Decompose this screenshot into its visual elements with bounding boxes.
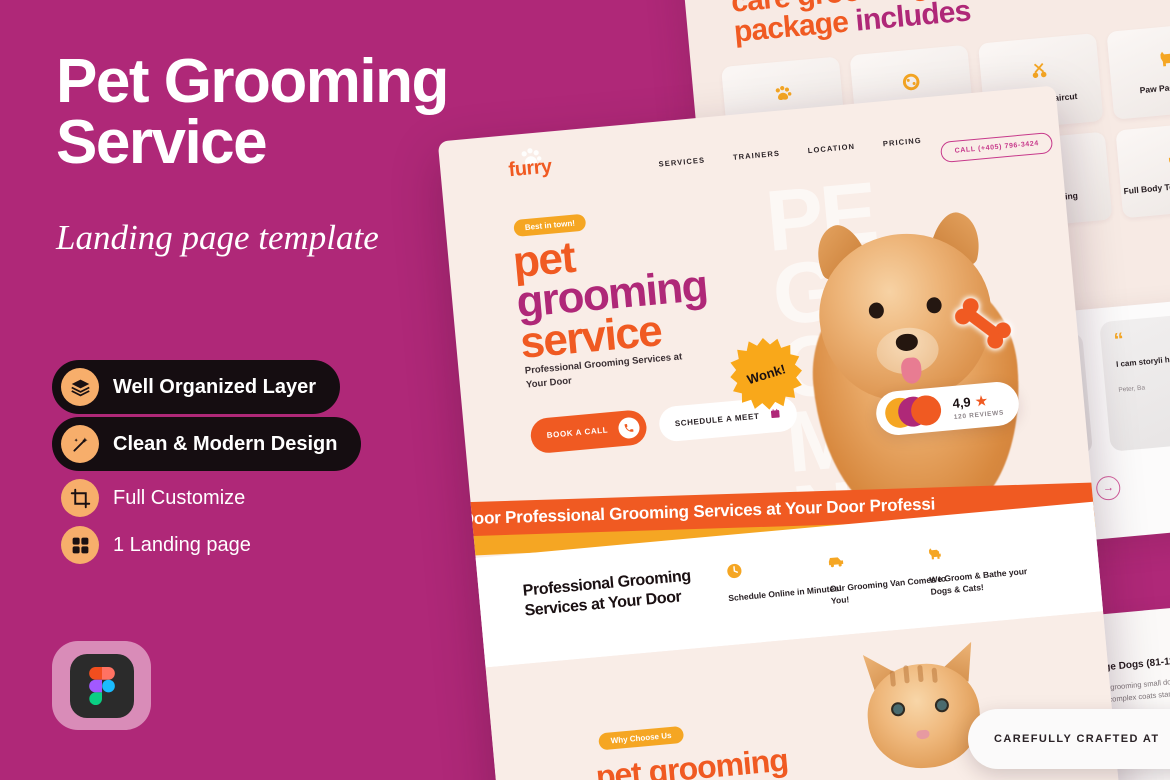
band-feature: We Groom & Bathe your Dogs & Cats! <box>926 534 1048 598</box>
page-title: Pet Grooming Service <box>56 47 449 177</box>
wonk-sticker: Wonk! <box>727 335 805 413</box>
testimonial-author: Peter, Ba <box>1118 384 1146 394</box>
figma-badge <box>52 641 151 730</box>
package-tile[interactable]: Paw Pad Shave <box>1106 21 1170 120</box>
feature-item-landing-page: 1 Landing page <box>52 518 251 572</box>
dog-icon <box>1156 47 1170 76</box>
feature-label: Well Organized Layer <box>113 375 317 398</box>
main-nav: SERVICES TRAINERS LOCATION PRICING <box>658 136 922 169</box>
feature-label: Clean & Modern Design <box>113 432 338 455</box>
phone-icon <box>617 416 640 440</box>
avatar-stack <box>883 394 943 430</box>
bath-icon <box>1165 145 1170 174</box>
haircut-icon <box>1028 58 1052 87</box>
nav-item-trainers[interactable]: TRAINERS <box>733 149 781 162</box>
feature-item-full-customize: Full Customize <box>52 471 245 525</box>
wonk-label: Wonk! <box>745 360 788 387</box>
package-tile-label: Full Body Towel & Blow Out <box>1123 176 1170 197</box>
grid-icon <box>61 526 99 564</box>
figma-logo-icon <box>69 653 134 718</box>
next-arrow-icon[interactable]: → <box>1095 475 1122 502</box>
page-subtitle: Landing page template <box>56 218 379 257</box>
why-choose-us-badge: Why Choose Us <box>598 725 685 751</box>
paw-icon <box>771 82 795 111</box>
nav-item-services[interactable]: SERVICES <box>658 155 705 168</box>
nav-item-location[interactable]: LOCATION <box>807 142 855 155</box>
rating-score: 4,9 <box>951 394 972 412</box>
main-landing-page-mockup: furry SERVICES TRAINERS LOCATION PRICING… <box>437 85 1123 780</box>
call-button[interactable]: CALL (+405) 796-3424 <box>939 131 1054 164</box>
band-feature-label: We Groom & Bathe your Dogs & Cats! <box>929 565 1028 598</box>
nav-item-pricing[interactable]: PRICING <box>883 136 923 148</box>
layers-icon <box>61 368 99 406</box>
feature-item-well-organized-layer: Well Organized Layer <box>52 360 341 414</box>
feature-label: 1 Landing page <box>113 533 251 556</box>
book-a-call-button[interactable]: BOOK A CALL <box>529 408 648 455</box>
quote-icon: “ <box>1112 329 1125 352</box>
magic-wand-icon <box>61 425 99 463</box>
feature-label: Full Customize <box>113 486 246 509</box>
dog-icon <box>926 534 1045 562</box>
feature-band-title: Professional Grooming Services at Your D… <box>522 567 692 620</box>
best-in-town-badge: Best in town! <box>513 213 587 238</box>
promo-panel: Pet Grooming Service Landing page templa… <box>0 0 520 780</box>
package-title-line2b: includes <box>853 0 972 38</box>
package-tile[interactable]: Full Body Towel & Blow Out <box>1115 119 1170 219</box>
rating-score-row: 4,9 ★ <box>952 391 1004 411</box>
star-icon: ★ <box>974 392 988 409</box>
testimonial-item[interactable]: “ I cam storyli holdin Peter, Ba <box>1099 306 1170 452</box>
crop-icon <box>61 479 99 517</box>
feature-item-clean-modern-design: Clean & Modern Design <box>52 417 362 471</box>
nail-clipper-icon <box>899 70 923 99</box>
slab-badge-text: CAREFULLY CRAFTED AT <box>994 733 1160 745</box>
package-tile-label: Paw Pad Shave <box>1139 80 1170 96</box>
slab-credit-badge[interactable]: CAREFULLY CRAFTED AT Slab! <box>968 709 1170 769</box>
bone-icon <box>943 285 1021 363</box>
book-a-call-label: BOOK A CALL <box>546 425 609 440</box>
